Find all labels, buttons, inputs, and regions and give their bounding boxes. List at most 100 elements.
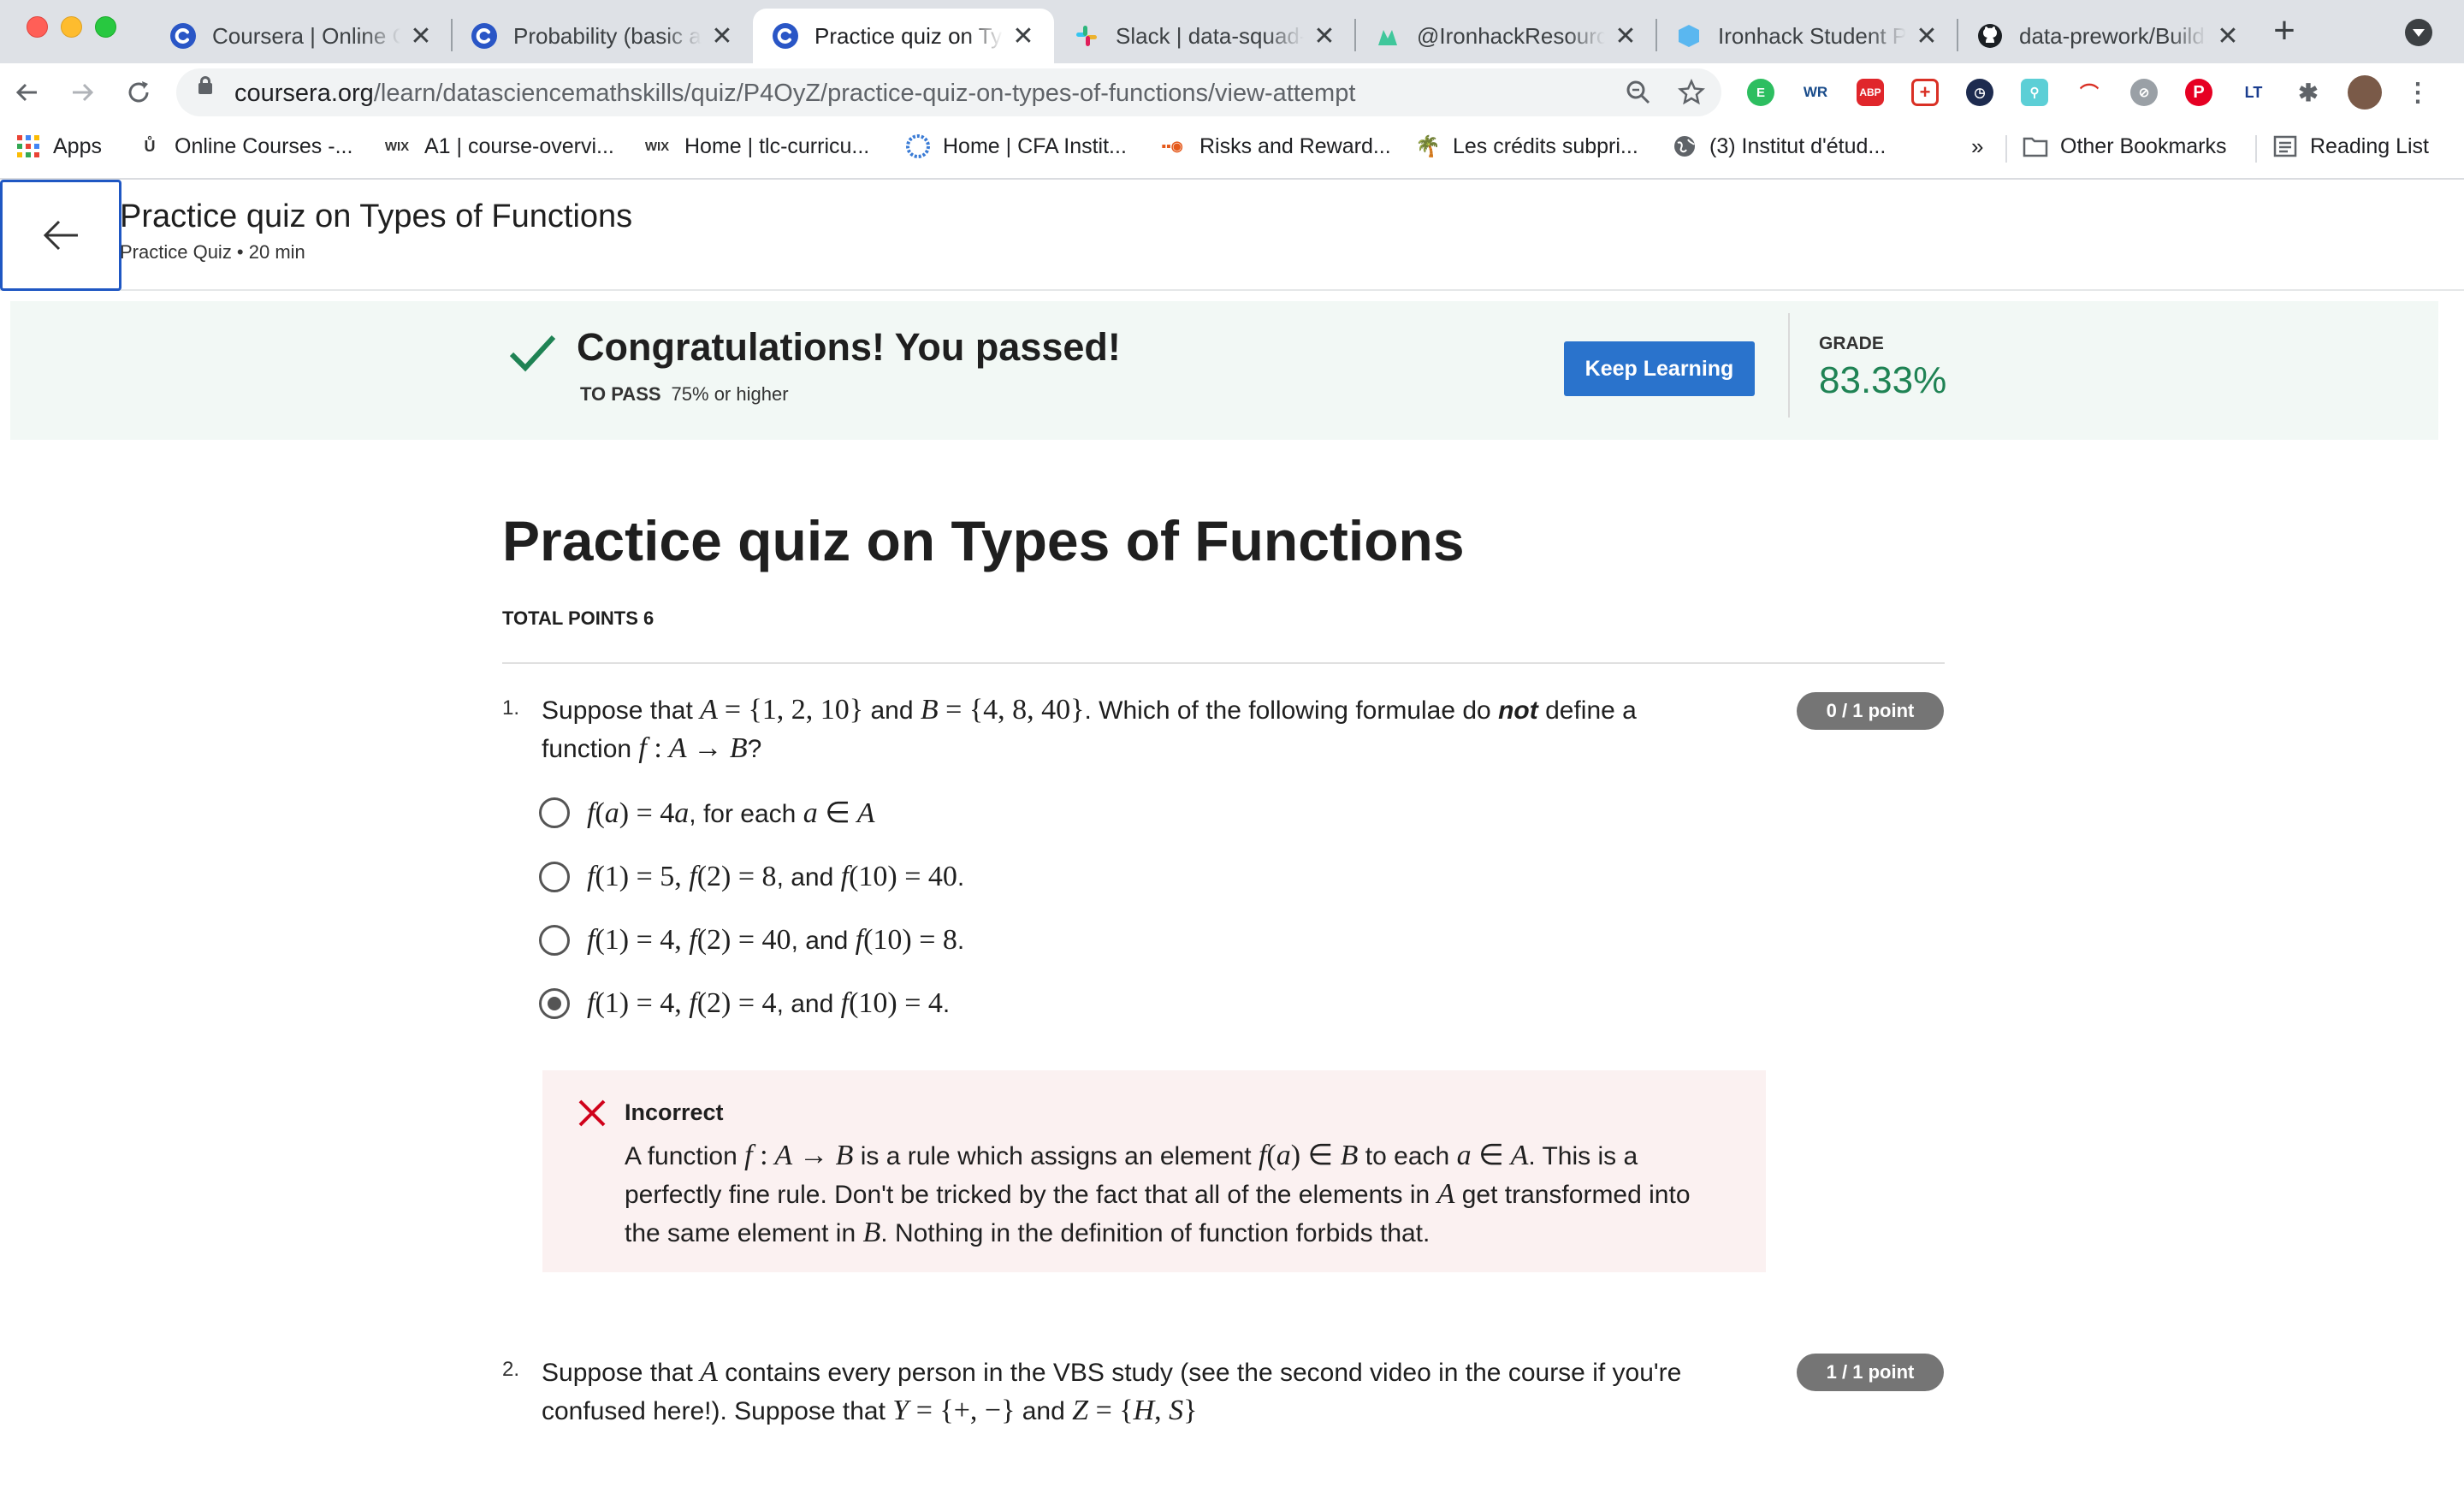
quiz-title: Practice quiz on Types of Functions xyxy=(502,509,1465,572)
radio-button[interactable] xyxy=(539,925,570,956)
bookmark-label: (3) Institut d'étud... xyxy=(1709,133,1886,158)
option-text: f(1) = 4, f(2) = 4, and f(10) = 4. xyxy=(587,987,951,1019)
browser-menu-icon[interactable]: ⋮ xyxy=(2404,79,2431,107)
bookmark-label: Apps xyxy=(53,133,102,158)
languagetool-icon[interactable]: LT xyxy=(2240,79,2267,106)
answer-option-selected[interactable]: f(1) = 4, f(2) = 4, and f(10) = 4. xyxy=(539,982,950,1025)
browser-tab[interactable]: Ironhack Student Portal ✕ xyxy=(1656,9,1958,63)
medical-cross-extension-icon[interactable]: + xyxy=(1911,79,1939,106)
bookmark-separator xyxy=(2255,135,2257,163)
radio-button-checked[interactable] xyxy=(539,988,570,1019)
divider xyxy=(502,662,1945,664)
bookmark-item[interactable]: Ů Online Courses -... xyxy=(137,121,353,171)
checkmark-icon xyxy=(509,335,556,372)
coursera-icon xyxy=(772,22,799,50)
ironhack-icon xyxy=(1374,22,1401,50)
puzzle-extensions-icon[interactable]: ✱ xyxy=(2295,79,2322,106)
answer-option[interactable]: f(1) = 5, f(2) = 8, and f(10) = 40. xyxy=(539,856,964,898)
window-minimize-button[interactable] xyxy=(61,16,82,38)
wix-icon: WIX xyxy=(384,139,410,154)
feedback-status: Incorrect xyxy=(625,1099,724,1125)
grade-label: GRADE xyxy=(1819,334,1884,353)
reading-list[interactable]: Reading List xyxy=(2272,121,2429,171)
reload-icon[interactable] xyxy=(116,70,161,115)
back-button[interactable] xyxy=(0,180,121,291)
answer-option[interactable]: f(a) = 4a, for each a ∈ A xyxy=(539,791,874,834)
profile-avatar[interactable] xyxy=(2348,75,2382,110)
bookmark-item[interactable]: WIX Home | tlc-curricu... xyxy=(642,121,869,171)
question-number: 1. xyxy=(502,696,520,720)
question-text: Suppose that A contains every person in … xyxy=(542,1356,1682,1426)
keep-learning-button[interactable]: Keep Learning xyxy=(1564,341,1755,396)
window-zoom-button[interactable] xyxy=(95,16,116,38)
bookmark-label: Online Courses -... xyxy=(175,133,353,158)
feedback-incorrect: Incorrect A function f : A → B is a rule… xyxy=(542,1070,1766,1272)
tab-search-icon[interactable] xyxy=(2405,19,2432,46)
url-text[interactable]: coursera.org/learn/datasciencemathskills… xyxy=(234,80,1355,108)
evernote-extension-icon[interactable]: E xyxy=(1747,79,1774,106)
browser-tab-active[interactable]: Practice quiz on Types... ✕ xyxy=(753,9,1054,63)
browser-tab[interactable]: Coursera | Online Courses ✕ xyxy=(151,9,452,63)
quiz-header: Practice quiz on Types of Functions Prac… xyxy=(0,180,2464,291)
tab-title: Coursera | Online Courses xyxy=(212,22,400,49)
lock-icon xyxy=(198,76,212,94)
bookmark-item[interactable]: Home | CFA Instit... xyxy=(905,121,1127,171)
tab-close-icon[interactable]: ✕ xyxy=(1011,21,1035,51)
other-bookmarks[interactable]: Other Bookmarks xyxy=(2023,121,2227,171)
window-close-button[interactable] xyxy=(27,16,48,38)
risks-icon: ▪▪◉ xyxy=(1161,139,1183,154)
feedback-text: A function f : A → B is a rule which ass… xyxy=(625,1140,1691,1248)
folder-icon xyxy=(2023,133,2048,159)
back-arrow-icon[interactable] xyxy=(5,70,50,115)
tab-close-icon[interactable]: ✕ xyxy=(409,21,433,51)
pass-banner: Congratulations! You passed! TO PASS 75% … xyxy=(10,301,2438,440)
grey-extension-icon[interactable]: ⊘ xyxy=(2130,79,2158,106)
tab-title: Ironhack Student Portal xyxy=(1718,22,1906,49)
radio-button[interactable] xyxy=(539,797,570,828)
radio-button[interactable] xyxy=(539,862,570,892)
tab-title: Practice quiz on Types... xyxy=(814,22,1003,49)
question-number: 2. xyxy=(502,1358,520,1381)
tab-close-icon[interactable]: ✕ xyxy=(1915,21,1939,51)
tab-close-icon[interactable]: ✕ xyxy=(1312,21,1336,51)
bookmark-apps[interactable]: Apps xyxy=(15,121,102,171)
option-text: f(1) = 4, f(2) = 40, and f(10) = 8. xyxy=(587,924,965,956)
answer-option[interactable]: f(1) = 4, f(2) = 40, and f(10) = 8. xyxy=(539,919,964,962)
zoom-icon[interactable] xyxy=(1622,76,1655,109)
browser-tab[interactable]: @IronhackResources ✕ xyxy=(1355,9,1656,63)
address-bar[interactable]: coursera.org/learn/datasciencemathskills… xyxy=(176,68,1721,116)
option-text: f(a) = 4a, for each a ∈ A xyxy=(587,797,875,829)
rainbow-extension-icon[interactable]: ⌒ xyxy=(2076,79,2103,106)
other-bookmarks-label: Other Bookmarks xyxy=(2060,133,2227,158)
bookmark-item[interactable]: (3) Institut d'étud... xyxy=(1672,121,1886,171)
pinterest-icon[interactable]: P xyxy=(2185,79,2212,106)
to-pass-requirement: TO PASS 75% or higher xyxy=(580,383,789,405)
points-badge: 0 / 1 point xyxy=(1797,692,1944,730)
tab-title: Slack | data-squad-... xyxy=(1116,22,1304,49)
header-subtitle: Practice Quiz • 20 min xyxy=(120,241,305,263)
tab-close-icon[interactable]: ✕ xyxy=(1614,21,1638,51)
bookmark-item[interactable]: 🌴 Les crédits subpri... xyxy=(1415,121,1638,171)
star-bookmark-icon[interactable] xyxy=(1675,76,1708,109)
browser-tab[interactable]: Slack | data-squad-... ✕ xyxy=(1054,9,1355,63)
clock-extension-icon[interactable]: ◷ xyxy=(1966,79,1993,106)
browser-tab[interactable]: data-prework/Build... ✕ xyxy=(1958,9,2259,63)
browser-toolbar: coursera.org/learn/datasciencemathskills… xyxy=(0,63,2464,121)
tab-close-icon[interactable]: ✕ xyxy=(710,21,734,51)
wr-extension-icon[interactable]: WR xyxy=(1802,79,1829,106)
bookmarks-bar: Apps Ů Online Courses -... WIX A1 | cour… xyxy=(0,121,2464,180)
ironhack-student-icon xyxy=(1675,22,1703,50)
tab-close-icon[interactable]: ✕ xyxy=(2216,21,2240,51)
teal-extension-icon[interactable]: ⚲ xyxy=(2021,79,2048,106)
adblock-plus-icon[interactable]: ABP xyxy=(1857,79,1884,106)
new-tab-button[interactable]: + xyxy=(2266,12,2303,50)
browser-tab[interactable]: Probability (basic and... ✕ xyxy=(452,9,753,63)
divider xyxy=(1788,313,1790,418)
bookmark-item[interactable]: ▪▪◉ Risks and Reward... xyxy=(1157,121,1390,171)
github-icon xyxy=(1976,22,2004,50)
points-badge: 1 / 1 point xyxy=(1797,1354,1944,1391)
forward-arrow-icon[interactable] xyxy=(60,70,104,115)
bookmark-item[interactable]: WIX A1 | course-overvi... xyxy=(382,121,614,171)
more-bookmarks-chevron-icon[interactable]: » xyxy=(1971,121,1983,171)
grade-value: 83.33% xyxy=(1819,359,1947,401)
